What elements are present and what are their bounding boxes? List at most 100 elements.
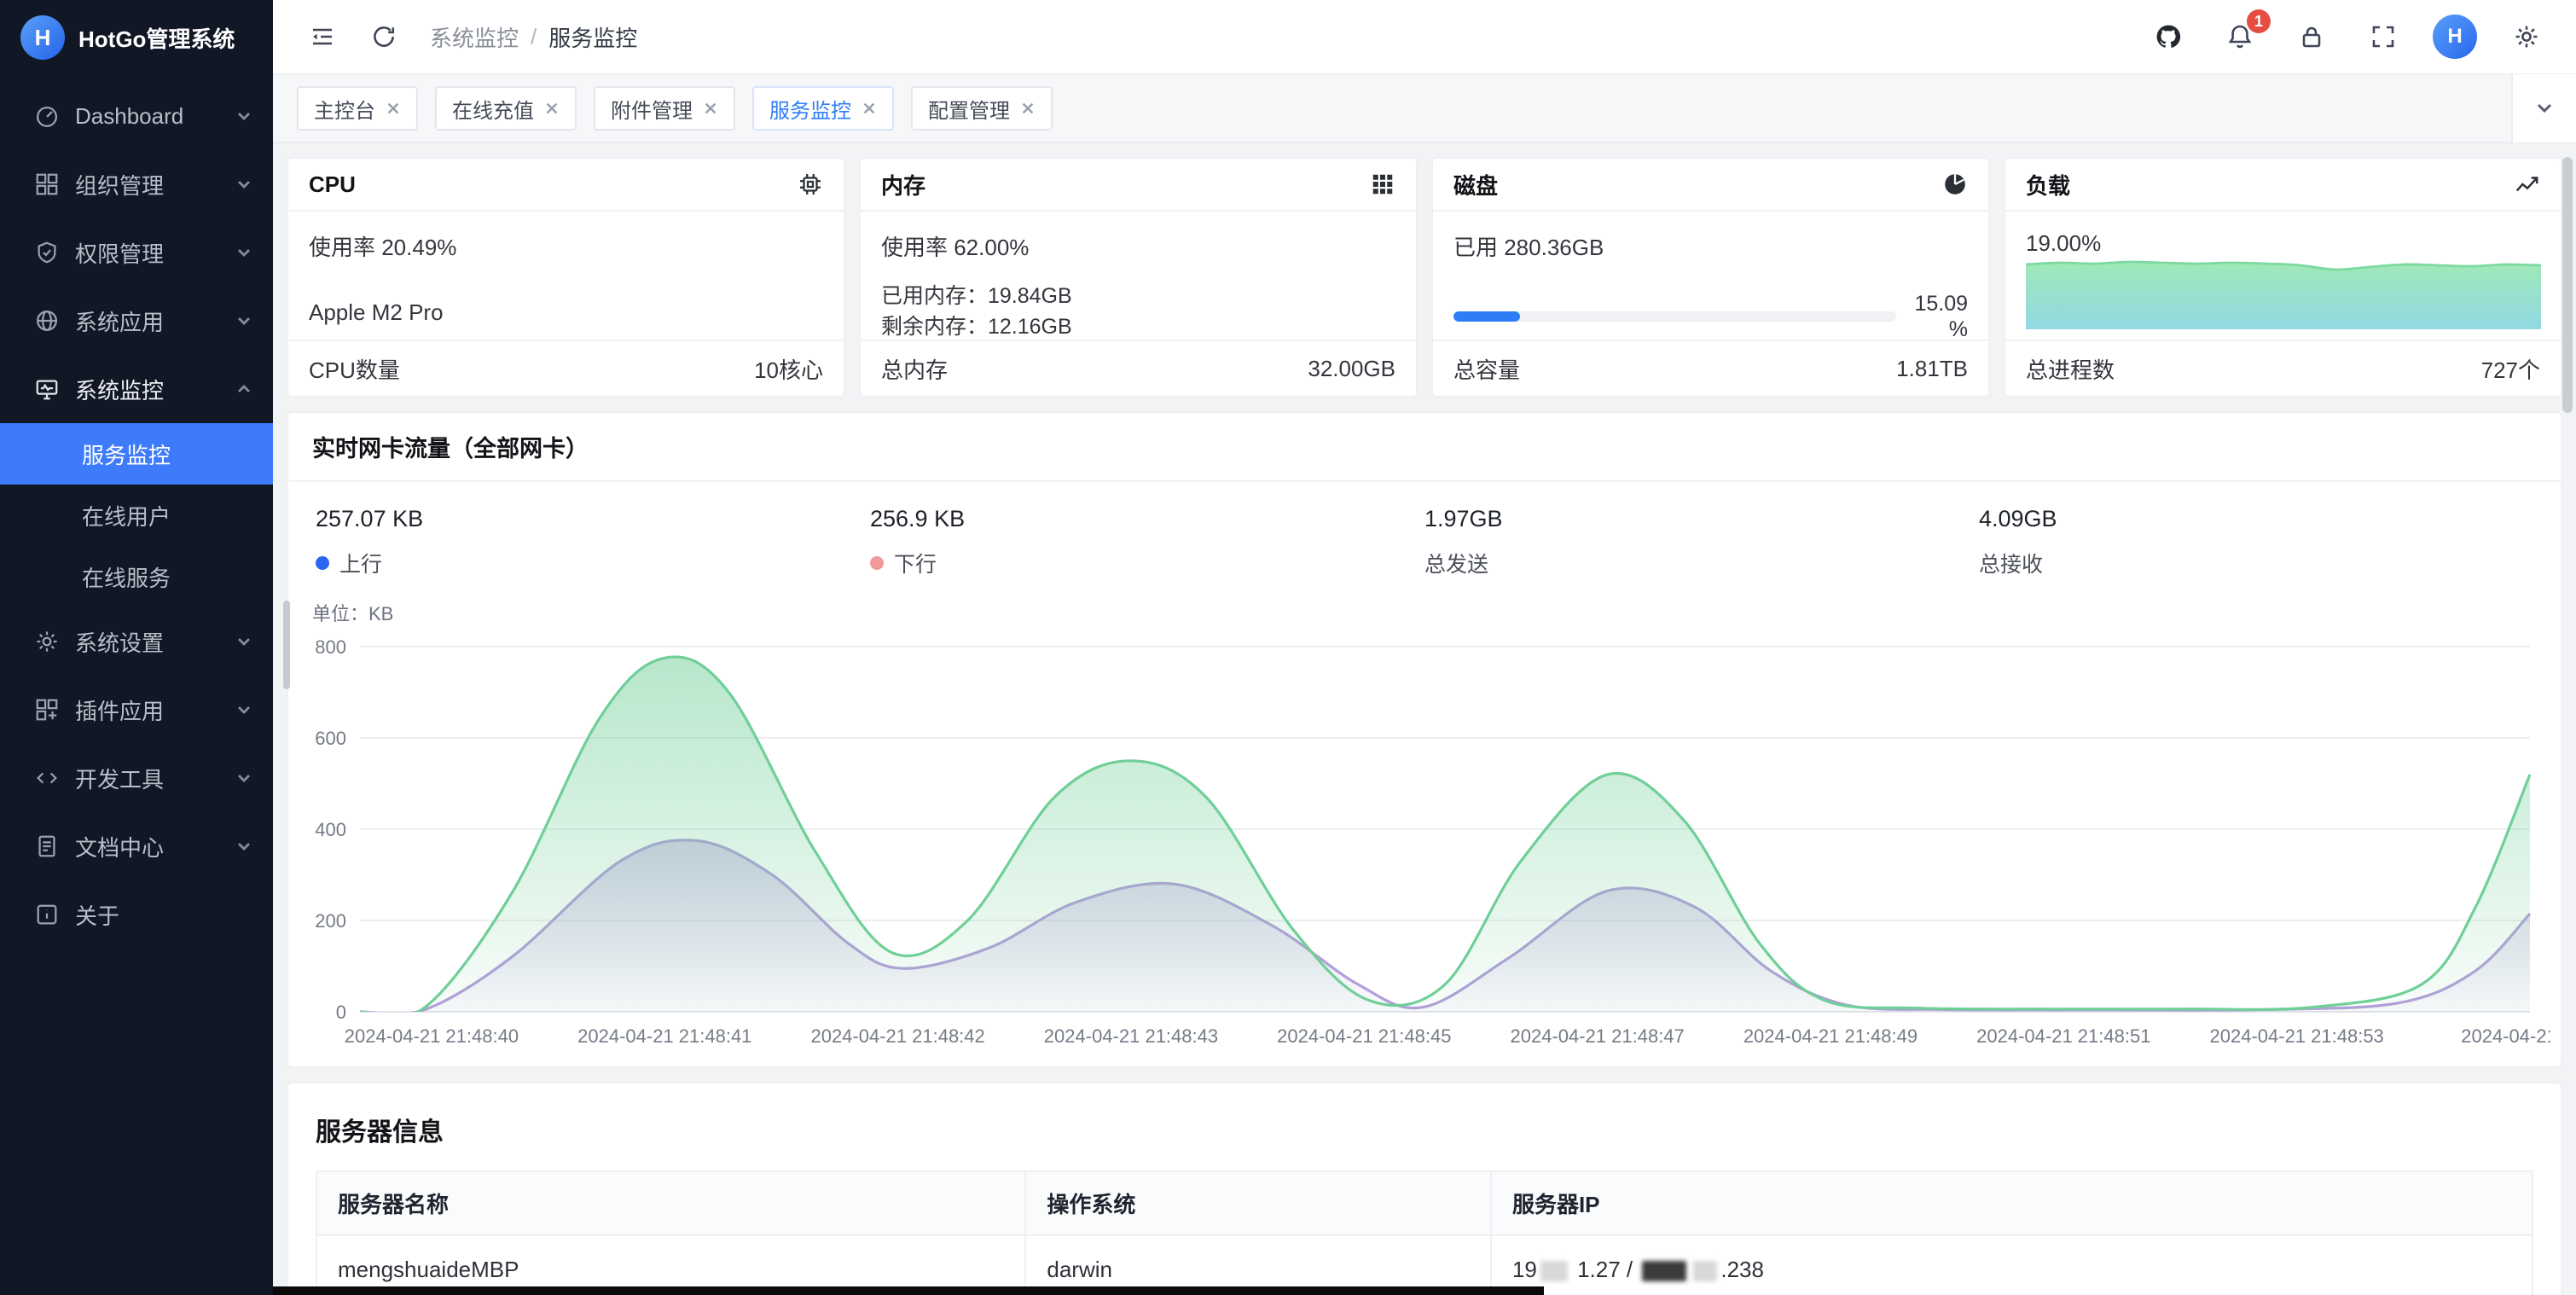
github-button[interactable] [2146,15,2190,59]
redacted-ip-segment [1642,1261,1686,1281]
chevron-down-icon [235,107,252,125]
disk-card-title: 磁盘 [1453,169,1498,200]
notifications-button[interactable]: 1 [2218,15,2262,59]
header-actions: 1 H [2146,15,2549,59]
lock-screen-button[interactable] [2289,15,2334,59]
sidebar-item-system-monitor[interactable]: 系统监控 [0,355,273,423]
plugin-icon [34,697,60,723]
memory-used: 已用内存：19.84GB [881,281,1395,311]
redacted-ip-segment [1540,1261,1568,1281]
memory-total-value: 32.00GB [1308,356,1395,382]
server-info-title: 服务器信息 [316,1111,2533,1148]
sidebar-item-label: 系统监控 [75,374,220,405]
main-area: 系统监控 / 服务监控 1 H [273,0,2576,1295]
sidebar-item-docs[interactable]: 文档中心 [0,812,273,880]
memory-grid-icon [1370,171,1395,197]
disk-progress-fill [1453,311,1520,322]
app-title: HotGo管理系统 [78,22,235,54]
memory-card: 内存 使用率 62.00% 已用内存：19.84GB 剩余内存：12.16GB … [859,157,1418,398]
monitor-icon [34,376,60,402]
disk-card: 磁盘 已用 280.36GB 15.09 % 总容量 1.81TB [1431,157,1990,398]
up-series-dot [316,556,329,570]
cpu-icon [798,171,823,197]
stat-label: 上行 [339,548,382,578]
sidebar-item-dev-tools[interactable]: 开发工具 [0,744,273,812]
sidebar-subitem-service-monitor[interactable]: 服务监控 [0,423,273,485]
sidebar-item-label: 组织管理 [75,169,220,200]
tab-close-icon[interactable] [386,101,401,116]
cpu-card-title: CPU [309,171,356,198]
settings-button[interactable] [2504,15,2549,59]
sidebar: H HotGo管理系统 Dashboard 组织管理 权限管理 系统应用 [0,0,273,1295]
y-axis-label: 600 [299,728,346,750]
breadcrumb-section[interactable]: 系统监控 [430,21,519,53]
tab-close-icon[interactable] [544,101,560,116]
vertical-scrollbar-thumb[interactable] [2562,157,2573,413]
document-icon [34,833,60,859]
load-card-title: 负载 [2026,169,2070,200]
tab-attachments[interactable]: 附件管理 [594,86,735,131]
app-logo: H [20,15,65,60]
stat-label: 总发送 [1424,548,1488,578]
memory-free: 剩余内存：12.16GB [881,311,1395,342]
content-scrollbar-thumb[interactable] [283,601,290,689]
tab-service-monitor[interactable]: 服务监控 [752,86,894,131]
memory-usage: 使用率 62.00% [881,230,1395,262]
tab-close-icon[interactable] [862,101,877,116]
cpu-usage: 使用率 20.49% [309,230,823,262]
chevron-down-icon [235,769,252,787]
tab-config[interactable]: 配置管理 [911,86,1053,131]
tab-close-icon[interactable] [1020,101,1036,116]
tab-bar: 主控台 在线充值 附件管理 服务监控 配置管理 [273,75,2576,143]
sidebar-item-permissions[interactable]: 权限管理 [0,218,273,287]
x-axis-label: 2024-04-21 21:48:41 [577,1025,751,1048]
sidebar-item-plugins[interactable]: 插件应用 [0,676,273,744]
sidebar-item-system-settings[interactable]: 系统设置 [0,607,273,676]
x-axis-label: 2024-04-21 21:4 [2461,1025,2550,1048]
user-avatar[interactable]: H [2433,15,2477,59]
x-axis-label: 2024-04-21 21:48:47 [1510,1025,1684,1048]
cpu-count-label: CPU数量 [309,353,400,385]
org-grid-icon [34,171,60,197]
chevron-down-icon [235,244,252,261]
sidebar-item-dashboard[interactable]: Dashboard [0,82,273,150]
breadcrumb-separator: / [531,24,537,50]
avatar-letter: H [2447,25,2462,49]
tab-close-icon[interactable] [703,101,718,116]
tab-online-recharge[interactable]: 在线充值 [435,86,577,131]
tab-console[interactable]: 主控台 [297,86,418,131]
x-axis-label: 2024-04-21 21:48:42 [810,1025,984,1048]
sidebar-item-label: 系统应用 [75,305,220,337]
lock-icon [2298,23,2325,50]
chevron-down-icon [235,838,252,855]
process-count-label: 总进程数 [2026,353,2115,385]
x-axis-label: 2024-04-21 21:48:43 [1044,1025,1218,1048]
breadcrumb: 系统监控 / 服务监控 [430,21,637,53]
cpu-card: CPU 使用率 20.49% Apple M2 Pro CPU数量 10核心 [287,157,845,398]
sidebar-subitem-label: 在线用户 [82,500,171,531]
sidebar-item-label: 权限管理 [75,237,220,269]
sidebar-item-about[interactable]: 关于 [0,880,273,949]
gear-icon [2513,23,2540,50]
traffic-stat-total-sent: 1.97GB 总发送 [1424,506,1979,578]
tab-label: 服务监控 [769,94,851,124]
collapse-sidebar-button[interactable] [300,15,345,59]
breadcrumb-current: 服务监控 [548,21,637,53]
refresh-button[interactable] [362,15,406,59]
tab-list-dropdown-button[interactable] [2511,74,2576,142]
disk-total-value: 1.81TB [1896,356,1968,382]
chevron-down-icon [2534,98,2555,119]
sidebar-item-organization[interactable]: 组织管理 [0,150,273,218]
x-axis-label: 2024-04-21 21:48:51 [1976,1025,2150,1048]
tab-label: 配置管理 [928,94,1010,124]
sidebar-item-label: 文档中心 [75,831,220,862]
about-icon [34,902,60,927]
app-logo-row[interactable]: H HotGo管理系统 [0,0,273,75]
ip-fragment: 1.27 / [1577,1257,1639,1282]
sidebar-item-system-apps[interactable]: 系统应用 [0,287,273,355]
sidebar-subitem-online-users[interactable]: 在线用户 [0,485,273,546]
server-ip-cell: 19 1.27 / .238 [1491,1235,2532,1295]
server-info-card: 服务器信息 服务器名称 操作系统 服务器IP mengshuaideMBP [287,1082,2562,1295]
fullscreen-button[interactable] [2361,15,2405,59]
sidebar-subitem-online-services[interactable]: 在线服务 [0,546,273,607]
